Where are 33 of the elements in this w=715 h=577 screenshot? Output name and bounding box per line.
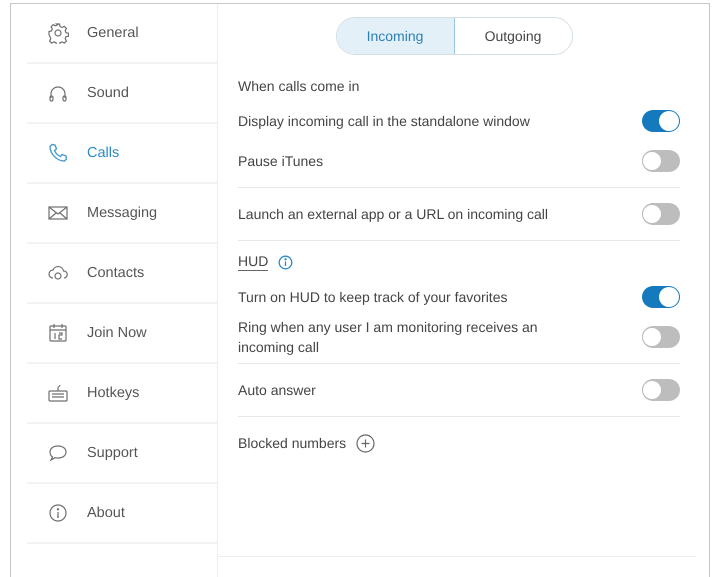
sidebar-item[interactable]: Sound [27, 64, 217, 124]
calendar-icon [47, 322, 69, 344]
sidebar-item[interactable]: Calls [27, 124, 217, 184]
gear-icon [47, 22, 69, 44]
setting-label: Turn on HUD to keep track of your favorites [238, 288, 508, 307]
info-icon [47, 502, 69, 524]
setting-label: Pause iTunes [238, 152, 324, 171]
toggle-switch[interactable] [642, 326, 680, 348]
tab[interactable]: Outgoing [454, 18, 572, 54]
setting-label: Blocked numbers [238, 434, 346, 453]
phone-icon [47, 142, 69, 164]
setting-label: Launch an external app or a URL on incoming call [238, 205, 548, 224]
setting-label: Ring when any user I am monitoring receives an incoming call [238, 318, 539, 357]
section-link[interactable]: HUD [238, 253, 268, 271]
sidebar-item[interactable]: Hotkeys [27, 364, 217, 424]
toggle-switch[interactable] [642, 110, 680, 132]
toggle-switch[interactable] [642, 379, 680, 401]
info-icon[interactable] [278, 254, 294, 270]
tab[interactable]: Incoming [336, 18, 454, 54]
keyboard-icon [47, 382, 69, 404]
toggle-switch[interactable] [642, 150, 680, 172]
sidebar-item[interactable]: Support [27, 424, 217, 484]
toggle-switch[interactable] [642, 286, 680, 308]
setting-label: Display incoming call in the standalone window [238, 112, 530, 131]
sidebar-item[interactable]: About [27, 484, 217, 544]
sidebar-item[interactable]: Messaging [27, 184, 217, 244]
sidebar-item[interactable]: General [27, 4, 217, 64]
section-heading: When calls come in [238, 78, 360, 94]
setting-label: Auto answer [238, 381, 316, 400]
sidebar-item[interactable]: Join Now [27, 304, 217, 364]
sidebar-item[interactable]: Contacts [27, 244, 217, 304]
toggle-switch[interactable] [642, 203, 680, 225]
add-icon[interactable] [356, 434, 376, 452]
